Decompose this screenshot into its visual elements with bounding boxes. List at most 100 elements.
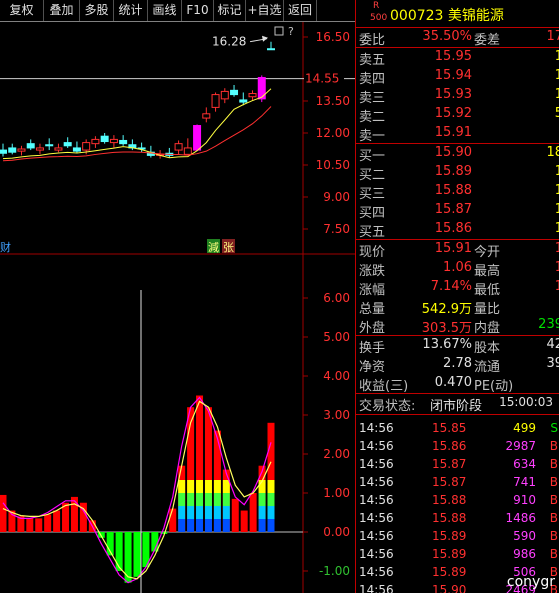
macd-bar-tier (213, 506, 221, 519)
trade-row: 14:56 15.87 741 B (356, 474, 559, 492)
macd-bar (133, 532, 141, 577)
macd-bar-tier (267, 519, 275, 532)
candle-body (119, 139, 128, 145)
toolbar-button-0[interactable]: 复权 (0, 0, 44, 21)
macd-bar-tier (187, 493, 195, 506)
trade-time: 14:56 (359, 439, 394, 453)
trade-status-row: 交易状态: 闭市阶段 15:00:03 (356, 394, 559, 414)
rise-marker[interactable]: 张 (223, 241, 234, 254)
ask-label: 卖三 (359, 91, 386, 106)
macd-bar-tier (187, 506, 195, 519)
bid-price: 15.89 (434, 164, 472, 179)
toolbar-button-7[interactable]: +自选 (246, 0, 284, 21)
kline-axis-label: 10.50 (316, 158, 350, 172)
quote-row: 外盘 303.5万 内盘 239 (356, 316, 559, 336)
bid-label: 买四 (359, 206, 386, 221)
toolbar-button-6[interactable]: 标记 (214, 0, 246, 21)
macd-bar-tier (204, 480, 212, 493)
candle-body (100, 135, 109, 143)
trade-row: 14:56 15.85 499 S (356, 420, 559, 438)
quote-panel: R 500 000723 美锦能源 委比 35.50% 委差 17 卖五 15.9… (355, 0, 559, 593)
macd-bar-tier (196, 480, 204, 493)
quote-row: 现价 15.91 今开 1 (356, 240, 559, 260)
trade-side: B (549, 547, 558, 561)
kline-chart[interactable]: 16.50 13.50 12.00 10.50 9.00 7.50 14.55 16.28 财 減… (0, 22, 355, 255)
bid-label: 买二 (359, 168, 386, 183)
bid-row: 买四 15.87 1 (356, 201, 559, 221)
macd-axis-label: 4.00 (323, 369, 350, 383)
macd-bar (35, 518, 43, 532)
trade-side: B (549, 439, 558, 453)
candle-body (45, 144, 54, 147)
quote-label: 总量 (359, 302, 386, 317)
window-icon[interactable] (274, 26, 284, 36)
candle-body (257, 77, 266, 100)
reduce-marker[interactable]: 減 (208, 240, 219, 254)
candle-body (0, 149, 7, 154)
kline-axis-label: 16.50 (316, 30, 350, 44)
ask-price: 15.94 (434, 68, 472, 83)
bid-row: 买一 15.90 18 (356, 144, 559, 164)
ask-price: 15.92 (434, 106, 472, 121)
trade-price: 15.86 (432, 439, 467, 453)
toolbar-button-8[interactable]: 返回 (284, 0, 317, 21)
kline-axis-label: 12.00 (316, 126, 350, 140)
toolbar-button-3[interactable]: 统计 (114, 0, 148, 21)
bid-price: 15.87 (434, 202, 472, 217)
toolbar-button-5[interactable]: F10 (182, 0, 214, 21)
macd-bar-tier (187, 480, 195, 493)
high-annotation: 16.28 (212, 35, 246, 49)
fundamental-label: 换手 (359, 341, 386, 356)
r-number: 500 (370, 13, 388, 23)
macd-bar-tier (222, 519, 230, 532)
quote-label: 外盘 (359, 321, 386, 336)
trade-row: 14:56 15.89 986 B (356, 546, 559, 564)
trade-side: B (549, 511, 558, 525)
weibi-label: 委比 (359, 33, 386, 48)
candle-body (72, 147, 81, 152)
macd-bar-tier (258, 493, 266, 506)
bid-label: 买三 (359, 187, 386, 202)
help-icon[interactable]: ? (288, 25, 294, 38)
macd-bar-tier (204, 519, 212, 532)
quote-value-2: 1 (554, 279, 559, 294)
macd-bar-tier (213, 493, 221, 506)
fundamental-value-2: 42 (546, 337, 559, 352)
quote-label-2: 最低 (474, 283, 501, 298)
trade-volume: 741 (513, 475, 536, 489)
trade-row: 14:56 15.87 634 B (356, 456, 559, 474)
macd-bar-tier (196, 506, 204, 519)
macd-bar-tier (196, 493, 204, 506)
quote-row: 总量 542.9万 量比 (356, 297, 559, 317)
macd-bar-tier (258, 506, 266, 519)
toolbar-button-1[interactable]: 叠加 (44, 0, 80, 21)
ask-row: 卖二 15.92 5 (356, 105, 559, 125)
candle-body (248, 93, 257, 98)
trade-time: 14:56 (359, 457, 394, 471)
toolbar-button-4[interactable]: 画线 (148, 0, 182, 21)
ask-row: 卖四 15.94 1 (356, 67, 559, 87)
trade-volume: 499 (513, 421, 536, 435)
quote-label: 涨幅 (359, 283, 386, 298)
candle-body (17, 148, 26, 152)
candle-body (220, 90, 229, 100)
macd-bar-tier (178, 493, 186, 506)
weicha-value: 17 (546, 29, 559, 44)
bid-volume: 1 (554, 164, 559, 179)
quote-value-2: 1 (554, 260, 559, 275)
quote-label: 现价 (359, 245, 386, 260)
trade-side: B (549, 493, 558, 507)
bid-volume: 1 (554, 221, 559, 236)
macd-bar-tier (267, 493, 275, 506)
trade-time: 14:56 (359, 475, 394, 489)
stock-title[interactable]: 000723 美锦能源 (390, 5, 504, 25)
macd-chart[interactable]: 6.00 5.00 4.00 3.00 2.00 1.00 0.00 -1.00 (0, 255, 355, 593)
finance-marker[interactable]: 财 (0, 240, 11, 254)
candle-body (63, 142, 72, 147)
trade-volume: 634 (513, 457, 536, 471)
quote-value: 15.91 (434, 241, 472, 256)
fundamental-value: 2.78 (443, 356, 472, 371)
toolbar-button-2[interactable]: 多股 (80, 0, 114, 21)
ask-price: 15.93 (434, 87, 472, 102)
macd-axis-label: 5.00 (323, 330, 350, 344)
